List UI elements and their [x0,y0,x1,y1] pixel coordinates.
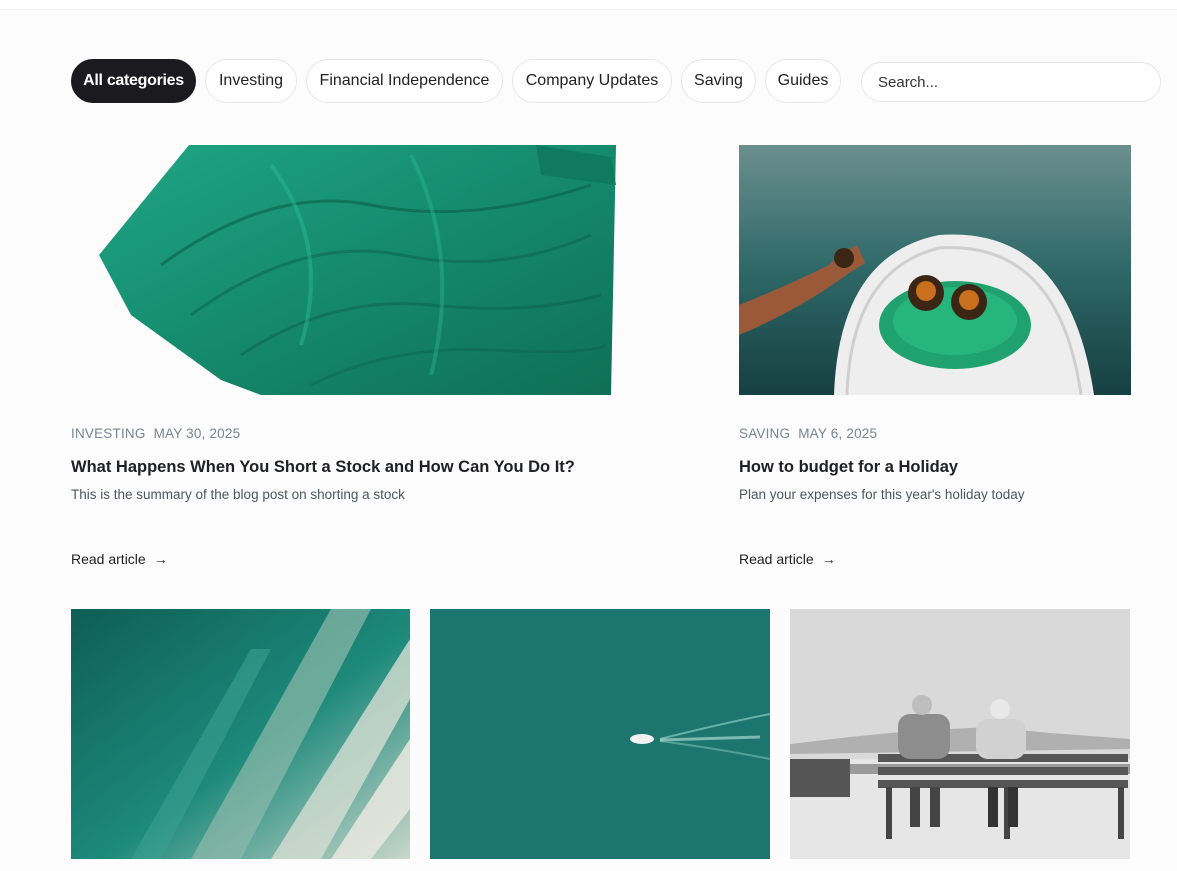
read-article-link[interactable]: Read article → [71,551,168,567]
boat-illustration [430,609,770,859]
filter-all-categories[interactable]: All categories [71,59,196,103]
search-input[interactable] [861,62,1161,102]
sea-urchin-illustration [739,145,1131,395]
post-summary: This is the summary of the blog post on … [71,487,405,502]
post-title[interactable]: What Happens When You Short a Stock and … [71,458,575,477]
filter-financial-independence[interactable]: Financial Independence [306,59,503,103]
post-image-boat[interactable] [430,609,770,859]
post-category: SAVING [739,426,791,441]
post-title[interactable]: How to budget for a Holiday [739,458,958,477]
water-abstract-illustration [71,609,410,859]
filter-guides[interactable]: Guides [765,59,841,103]
read-article-link[interactable]: Read article → [739,551,836,567]
filter-company-updates[interactable]: Company Updates [512,59,672,103]
shorts-illustration [71,145,671,395]
filter-investing[interactable]: Investing [205,59,297,103]
post-image-water-abstract[interactable] [71,609,410,859]
post-image-shorts[interactable] [71,145,671,395]
filter-saving[interactable]: Saving [681,59,756,103]
post-image-bench-couple[interactable] [790,609,1130,859]
post-summary: Plan your expenses for this year's holid… [739,487,1025,502]
post-image-sea-urchins[interactable] [739,145,1131,395]
top-bar [0,0,1177,10]
post-category: INVESTING [71,426,146,441]
post-date: MAY 30, 2025 [153,426,241,441]
arrow-right-icon: → [153,551,168,567]
read-article-label: Read article [71,551,146,567]
bench-couple-illustration [790,609,1130,859]
arrow-right-icon: → [821,551,836,567]
read-article-label: Read article [739,551,814,567]
post-meta: INVESTING MAY 30, 2025 [71,426,240,441]
post-meta: SAVING MAY 6, 2025 [739,426,877,441]
post-date: MAY 6, 2025 [798,426,878,441]
category-filters: All categories Investing Financial Indep… [71,59,850,103]
